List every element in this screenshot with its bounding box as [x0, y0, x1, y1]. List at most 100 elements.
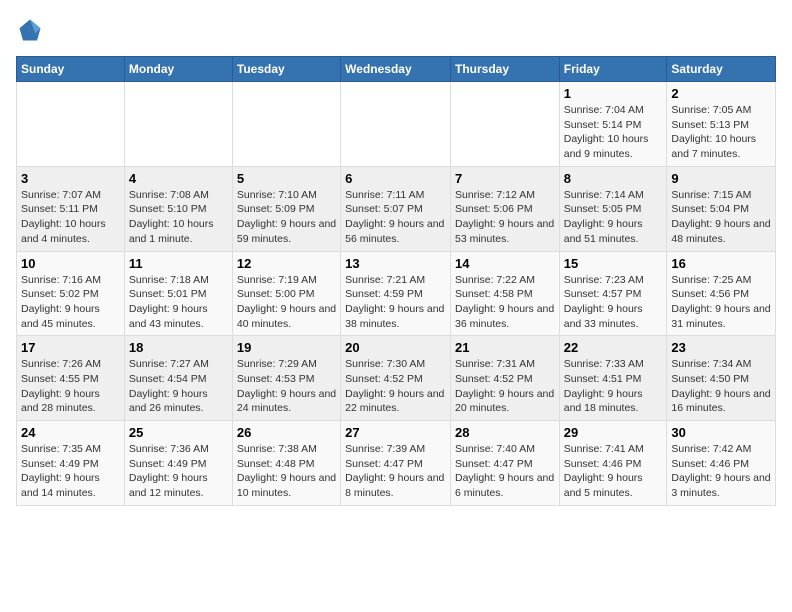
day-info: Sunrise: 7:22 AM Sunset: 4:58 PM Dayligh… — [455, 273, 555, 332]
day-number: 26 — [237, 425, 336, 440]
calendar-cell: 24Sunrise: 7:35 AM Sunset: 4:49 PM Dayli… — [17, 421, 125, 506]
day-number: 16 — [671, 256, 771, 271]
day-info: Sunrise: 7:12 AM Sunset: 5:06 PM Dayligh… — [455, 188, 555, 247]
calendar-cell: 19 Sunrise: 7:29 AM Sunset: 4:53 PM Dayli… — [232, 336, 340, 421]
day-number: 20 — [345, 340, 446, 355]
day-info: Sunrise: 7:21 AM Sunset: 4:59 PM Dayligh… — [345, 273, 446, 332]
day-info: Sunrise: 7:40 AM Sunset: 4:47 PM Dayligh… — [455, 442, 555, 501]
day-number: 4 — [129, 171, 228, 186]
weekday-saturday: Saturday — [667, 57, 776, 82]
calendar-cell — [341, 82, 451, 167]
day-number: 22 — [564, 340, 663, 355]
calendar-cell: 9 Sunrise: 7:15 AM Sunset: 5:04 PM Daylig… — [667, 166, 776, 251]
day-number: 7 — [455, 171, 555, 186]
weekday-sunday: Sunday — [17, 57, 125, 82]
day-info: Sunrise: 7:39 AM Sunset: 4:47 PM Dayligh… — [345, 442, 446, 501]
weekday-header-row: SundayMondayTuesdayWednesdayThursdayFrid… — [17, 57, 776, 82]
day-number: 1 — [564, 86, 663, 101]
day-number: 25 — [129, 425, 228, 440]
calendar-cell: 11 Sunrise: 7:18 AM Sunset: 5:01 PM Dayli… — [124, 251, 232, 336]
calendar-header: SundayMondayTuesdayWednesdayThursdayFrid… — [17, 57, 776, 82]
logo-icon — [16, 16, 44, 44]
day-number: 6 — [345, 171, 446, 186]
day-number: 9 — [671, 171, 771, 186]
calendar-cell: 6 Sunrise: 7:11 AM Sunset: 5:07 PM Daylig… — [341, 166, 451, 251]
calendar-cell: 23 Sunrise: 7:34 AM Sunset: 4:50 PM Dayli… — [667, 336, 776, 421]
calendar-cell: 20 Sunrise: 7:30 AM Sunset: 4:52 PM Dayli… — [341, 336, 451, 421]
day-number: 5 — [237, 171, 336, 186]
calendar-cell — [17, 82, 125, 167]
calendar-cell — [232, 82, 340, 167]
day-number: 19 — [237, 340, 336, 355]
day-info: Sunrise: 7:29 AM Sunset: 4:53 PM Dayligh… — [237, 357, 336, 416]
calendar-cell: 17 Sunrise: 7:26 AM Sunset: 4:55 PM Dayli… — [17, 336, 125, 421]
day-info: Sunrise: 7:15 AM Sunset: 5:04 PM Dayligh… — [671, 188, 771, 247]
day-number: 8 — [564, 171, 663, 186]
day-number: 11 — [129, 256, 228, 271]
day-number: 12 — [237, 256, 336, 271]
day-info: Sunrise: 7:11 AM Sunset: 5:07 PM Dayligh… — [345, 188, 446, 247]
day-number: 3 — [21, 171, 120, 186]
week-row-4: 17 Sunrise: 7:26 AM Sunset: 4:55 PM Dayli… — [17, 336, 776, 421]
calendar-cell: 30 Sunrise: 7:42 AM Sunset: 4:46 PM Dayli… — [667, 421, 776, 506]
day-info: Sunrise: 7:19 AM Sunset: 5:00 PM Dayligh… — [237, 273, 336, 332]
day-info: Sunrise: 7:27 AM Sunset: 4:54 PM Dayligh… — [129, 357, 228, 416]
day-number: 13 — [345, 256, 446, 271]
day-number: 15 — [564, 256, 663, 271]
weekday-monday: Monday — [124, 57, 232, 82]
weekday-wednesday: Wednesday — [341, 57, 451, 82]
day-info: Sunrise: 7:41 AM Sunset: 4:46 PM Dayligh… — [564, 442, 663, 501]
day-info: Sunrise: 7:18 AM Sunset: 5:01 PM Dayligh… — [129, 273, 228, 332]
weekday-friday: Friday — [559, 57, 667, 82]
logo — [16, 16, 46, 44]
day-info: Sunrise: 7:31 AM Sunset: 4:52 PM Dayligh… — [455, 357, 555, 416]
calendar-cell: 1Sunrise: 7:04 AM Sunset: 5:14 PM Daylig… — [559, 82, 667, 167]
day-number: 21 — [455, 340, 555, 355]
calendar-cell: 16 Sunrise: 7:25 AM Sunset: 4:56 PM Dayli… — [667, 251, 776, 336]
calendar-cell: 28 Sunrise: 7:40 AM Sunset: 4:47 PM Dayli… — [450, 421, 559, 506]
calendar-cell: 2 Sunrise: 7:05 AM Sunset: 5:13 PM Daylig… — [667, 82, 776, 167]
day-info: Sunrise: 7:35 AM Sunset: 4:49 PM Dayligh… — [21, 442, 120, 501]
day-info: Sunrise: 7:05 AM Sunset: 5:13 PM Dayligh… — [671, 103, 771, 162]
week-row-3: 10 Sunrise: 7:16 AM Sunset: 5:02 PM Dayli… — [17, 251, 776, 336]
day-info: Sunrise: 7:16 AM Sunset: 5:02 PM Dayligh… — [21, 273, 120, 332]
week-row-5: 24Sunrise: 7:35 AM Sunset: 4:49 PM Dayli… — [17, 421, 776, 506]
day-info: Sunrise: 7:23 AM Sunset: 4:57 PM Dayligh… — [564, 273, 663, 332]
day-number: 23 — [671, 340, 771, 355]
calendar-cell: 14 Sunrise: 7:22 AM Sunset: 4:58 PM Dayli… — [450, 251, 559, 336]
day-info: Sunrise: 7:26 AM Sunset: 4:55 PM Dayligh… — [21, 357, 120, 416]
day-info: Sunrise: 7:42 AM Sunset: 4:46 PM Dayligh… — [671, 442, 771, 501]
calendar-cell — [450, 82, 559, 167]
week-row-2: 3Sunrise: 7:07 AM Sunset: 5:11 PM Daylig… — [17, 166, 776, 251]
day-number: 2 — [671, 86, 771, 101]
day-number: 10 — [21, 256, 120, 271]
calendar-cell: 18Sunrise: 7:27 AM Sunset: 4:54 PM Dayli… — [124, 336, 232, 421]
calendar-table: SundayMondayTuesdayWednesdayThursdayFrid… — [16, 56, 776, 506]
day-number: 17 — [21, 340, 120, 355]
weekday-tuesday: Tuesday — [232, 57, 340, 82]
day-number: 14 — [455, 256, 555, 271]
calendar-cell: 22 Sunrise: 7:33 AM Sunset: 4:51 PM Dayli… — [559, 336, 667, 421]
calendar-cell: 3Sunrise: 7:07 AM Sunset: 5:11 PM Daylig… — [17, 166, 125, 251]
day-number: 30 — [671, 425, 771, 440]
calendar-cell: 26 Sunrise: 7:38 AM Sunset: 4:48 PM Dayli… — [232, 421, 340, 506]
day-info: Sunrise: 7:38 AM Sunset: 4:48 PM Dayligh… — [237, 442, 336, 501]
day-number: 29 — [564, 425, 663, 440]
calendar-cell: 15 Sunrise: 7:23 AM Sunset: 4:57 PM Dayli… — [559, 251, 667, 336]
week-row-1: 1Sunrise: 7:04 AM Sunset: 5:14 PM Daylig… — [17, 82, 776, 167]
calendar-cell: 7 Sunrise: 7:12 AM Sunset: 5:06 PM Daylig… — [450, 166, 559, 251]
page-header — [16, 16, 776, 44]
day-info: Sunrise: 7:08 AM Sunset: 5:10 PM Dayligh… — [129, 188, 228, 247]
day-info: Sunrise: 7:25 AM Sunset: 4:56 PM Dayligh… — [671, 273, 771, 332]
day-info: Sunrise: 7:33 AM Sunset: 4:51 PM Dayligh… — [564, 357, 663, 416]
day-info: Sunrise: 7:30 AM Sunset: 4:52 PM Dayligh… — [345, 357, 446, 416]
day-number: 27 — [345, 425, 446, 440]
calendar-cell: 5Sunrise: 7:10 AM Sunset: 5:09 PM Daylig… — [232, 166, 340, 251]
day-number: 28 — [455, 425, 555, 440]
calendar-cell: 13 Sunrise: 7:21 AM Sunset: 4:59 PM Dayli… — [341, 251, 451, 336]
day-info: Sunrise: 7:34 AM Sunset: 4:50 PM Dayligh… — [671, 357, 771, 416]
calendar-cell: 8Sunrise: 7:14 AM Sunset: 5:05 PM Daylig… — [559, 166, 667, 251]
calendar-body: 1Sunrise: 7:04 AM Sunset: 5:14 PM Daylig… — [17, 82, 776, 506]
calendar-cell: 29 Sunrise: 7:41 AM Sunset: 4:46 PM Dayli… — [559, 421, 667, 506]
calendar-cell: 4 Sunrise: 7:08 AM Sunset: 5:10 PM Daylig… — [124, 166, 232, 251]
